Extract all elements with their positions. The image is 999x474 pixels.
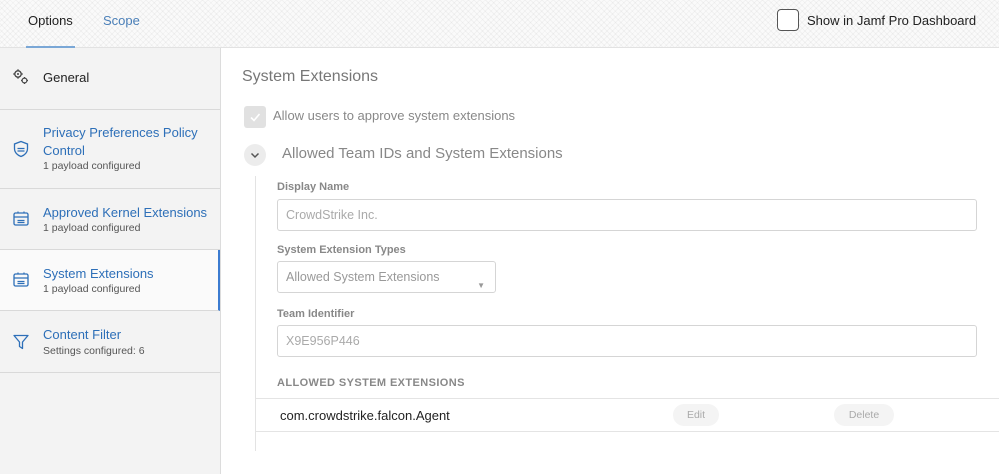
tab-options[interactable]: Options — [26, 13, 75, 48]
extension-icon — [13, 272, 29, 287]
dashboard-label: Show in Jamf Pro Dashboard — [807, 12, 977, 28]
sidebar-item-label: Content Filter — [43, 327, 122, 342]
sidebar-item-label: System Extensions — [43, 266, 154, 281]
display-name-field[interactable]: CrowdStrike Inc. — [277, 199, 977, 231]
tab-scope[interactable]: Scope — [103, 13, 140, 48]
sidebar-item-kernel-extensions[interactable]: Approved Kernel Extensions 1 payload con… — [0, 189, 220, 250]
allowed-extensions-header: ALLOWED SYSTEM EXTENSIONS — [277, 377, 465, 389]
sidebar-item-content-filter[interactable]: Content Filter Settings configured: 6 — [0, 311, 220, 373]
sidebar-item-subtitle: 1 payload configured — [43, 283, 141, 295]
types-select-value: Allowed System Extensions — [286, 270, 440, 284]
delete-button[interactable]: Delete — [834, 404, 894, 426]
types-label: System Extension Types — [277, 244, 406, 256]
subsection-title: Allowed Team IDs and System Extensions — [282, 145, 563, 162]
filter-icon — [13, 334, 29, 350]
top-bar: Options Scope Show in Jamf Pro Dashboard — [0, 0, 999, 48]
check-icon — [250, 113, 261, 122]
extension-icon — [13, 211, 29, 226]
sidebar-item-privacy[interactable]: Privacy Preferences Policy Control 1 pay… — [0, 110, 220, 189]
sidebar-item-subtitle: 1 payload configured — [43, 222, 141, 234]
sidebar: General Privacy Preferences Policy Contr… — [0, 48, 221, 474]
edit-button[interactable]: Edit — [673, 404, 719, 426]
sidebar-item-general[interactable]: General — [0, 48, 220, 110]
gear-icon — [13, 69, 28, 84]
allow-users-label: Allow users to approve system extensions — [273, 108, 516, 123]
dashboard-toggle[interactable]: Show in Jamf Pro Dashboard — [777, 9, 976, 31]
sidebar-item-label: General — [43, 70, 90, 85]
dashboard-checkbox[interactable] — [777, 9, 799, 31]
extension-name: com.crowdstrike.falcon.Agent — [280, 408, 450, 423]
display-name-label: Display Name — [277, 181, 350, 193]
sidebar-item-label: Privacy Preferences Policy Control — [43, 125, 198, 158]
section-title: System Extensions — [242, 68, 379, 85]
table-row: com.crowdstrike.falcon.Agent Edit Delete — [256, 398, 999, 432]
main-panel: System Extensions Allow users to approve… — [221, 48, 999, 474]
sidebar-item-system-extensions[interactable]: System Extensions 1 payload configured — [0, 250, 220, 311]
types-select[interactable]: Allowed System Extensions ▼ — [277, 261, 496, 293]
sidebar-item-subtitle: 1 payload configured — [43, 160, 141, 172]
sidebar-item-subtitle: Settings configured: 6 — [43, 345, 145, 357]
team-id-field[interactable]: X9E956P446 — [277, 325, 977, 357]
allow-users-checkbox[interactable] — [244, 106, 266, 128]
sidebar-item-label: Approved Kernel Extensions — [43, 205, 208, 220]
chevron-down-icon — [250, 152, 260, 159]
caret-down-icon: ▼ — [477, 281, 485, 290]
team-id-label: Team Identifier — [277, 308, 355, 320]
shield-icon — [13, 140, 29, 158]
collapse-toggle[interactable] — [244, 144, 266, 166]
